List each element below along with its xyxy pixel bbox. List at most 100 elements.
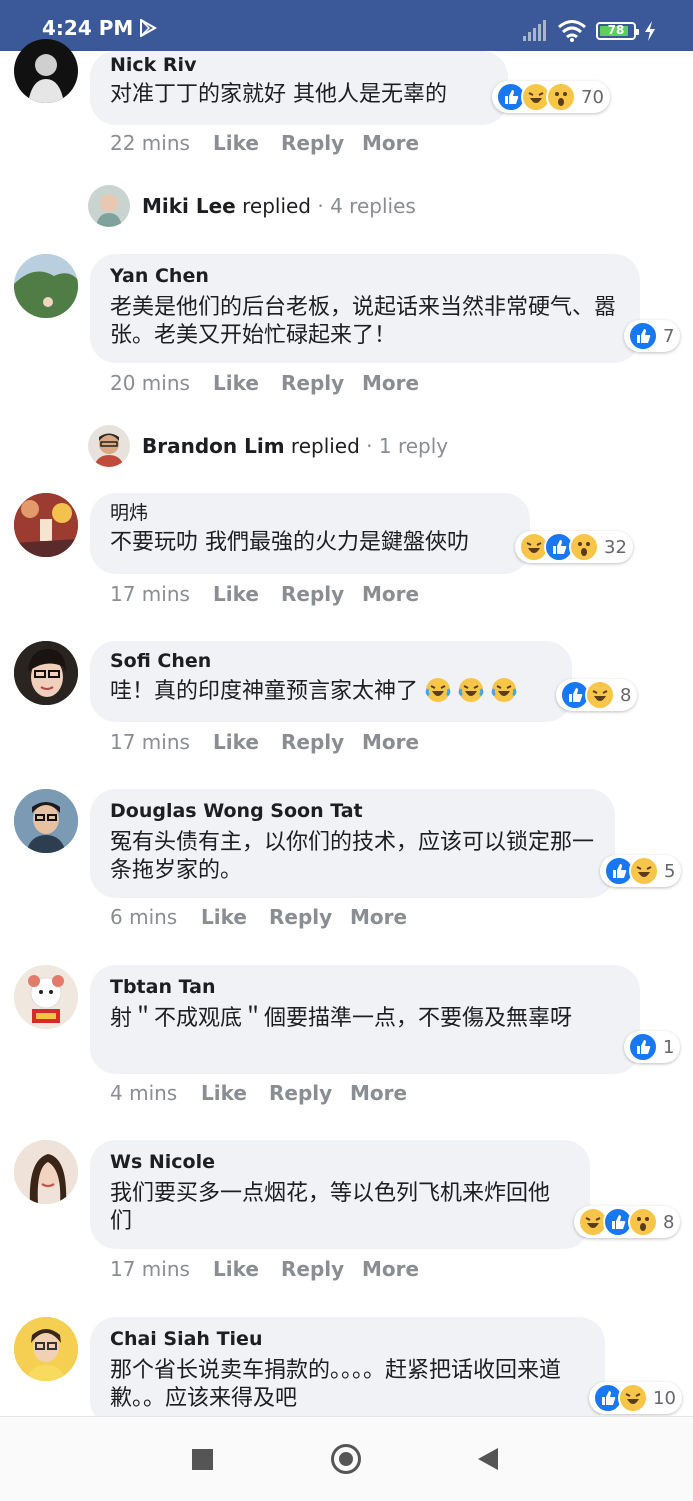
like-reaction-icon — [628, 1032, 658, 1062]
more-button[interactable]: More — [362, 1257, 419, 1281]
comment-bubble[interactable]: Tbtan Tan 射＂不成观底＂個要描準一点，不要傷及無辜呀 — [90, 965, 640, 1074]
wow-reaction-icon — [569, 532, 599, 562]
comment-bubble[interactable]: Yan Chen 老美是他们的后台老板，说起话来当然非常硬气、嚣张。老美又开始忙… — [90, 254, 640, 363]
comment-bubble[interactable]: Sofi Chen 哇！真的印度神童预言家太神了 — [90, 641, 572, 722]
reactions-summary[interactable]: 1 — [624, 1031, 681, 1063]
comment-text: 对准丁丁的家就好 其他人是无辜的 — [110, 82, 447, 107]
comment-text: 冤有头债有主，以你们的技术，应该可以锁定那一条拖岁家的。 — [110, 830, 595, 883]
more-button[interactable]: More — [362, 730, 419, 754]
avatar[interactable] — [14, 1317, 78, 1381]
avatar[interactable] — [14, 789, 78, 853]
comment-author[interactable]: Chai Siah Tieu — [110, 1327, 585, 1351]
signal-icon — [523, 20, 546, 41]
comment-bubble[interactable]: Douglas Wong Soon Tat 冤有头债有主，以你们的技术，应该可以… — [90, 789, 615, 898]
avatar[interactable] — [14, 493, 78, 557]
reactions-summary[interactable]: 10 — [589, 1382, 682, 1414]
avatar[interactable] — [14, 965, 78, 1029]
avatar[interactable] — [14, 1140, 78, 1204]
more-button[interactable]: More — [350, 1081, 407, 1105]
replied-label: replied — [290, 434, 360, 458]
wow-reaction-icon — [546, 82, 576, 112]
comment-time: 20 mins — [110, 371, 190, 395]
comment-text: 我们要买多一点烟花，等以色列飞机来炸回他们 — [110, 1181, 551, 1234]
avatar[interactable] — [14, 641, 78, 705]
comment-text: 不要玩叻 我們最強的火力是鍵盤俠叻 — [110, 530, 469, 555]
reactions-summary[interactable]: 8 — [556, 679, 638, 711]
haha-reaction-icon — [629, 856, 659, 886]
more-button[interactable]: More — [362, 371, 419, 395]
more-button[interactable]: More — [350, 905, 407, 929]
battery-level: 78 — [607, 23, 625, 37]
comment-author[interactable]: Tbtan Tan — [110, 975, 620, 999]
comment-time: 6 mins — [110, 905, 178, 929]
tears-of-joy-emoji-icon — [458, 678, 484, 702]
comment-time: 22 mins — [110, 131, 190, 155]
comment-time: 17 mins — [110, 582, 190, 606]
comment-time: 4 mins — [110, 1081, 178, 1105]
like-reaction-icon — [628, 321, 658, 351]
reaction-count: 1 — [663, 1036, 675, 1058]
status-bar: 4:24 PM 78 — [0, 0, 693, 51]
more-button[interactable]: More — [362, 131, 419, 155]
reply-button[interactable]: Reply — [281, 1257, 344, 1281]
reactions-summary[interactable]: 7 — [624, 320, 681, 352]
like-button[interactable]: Like — [201, 905, 247, 929]
comment-bubble[interactable]: Nick Riv 对准丁丁的家就好 其他人是无辜的 — [90, 51, 508, 125]
replier-name: Miki Lee — [142, 194, 236, 218]
avatar[interactable] — [14, 254, 78, 318]
comment-text-body: 哇！真的印度神童预言家太神了 — [110, 679, 419, 704]
replies-summary[interactable]: Brandon Lim replied · 1 reply — [142, 434, 448, 458]
comment-author[interactable]: Nick Riv — [110, 53, 488, 77]
avatar — [88, 425, 130, 467]
comment-author[interactable]: Douglas Wong Soon Tat — [110, 799, 595, 823]
like-button[interactable]: Like — [213, 582, 259, 606]
reaction-count: 8 — [620, 684, 632, 706]
avatar — [88, 185, 130, 227]
comment-author[interactable]: Yan Chen — [110, 264, 620, 288]
wifi-icon — [558, 20, 586, 42]
status-time: 4:24 PM — [42, 16, 134, 40]
wow-reaction-icon — [628, 1207, 658, 1237]
reactions-summary[interactable]: 32 — [515, 531, 633, 563]
reply-button[interactable]: Reply — [281, 582, 344, 606]
replies-summary[interactable]: Miki Lee replied · 4 replies — [142, 194, 416, 218]
comment-bubble[interactable]: Ws Nicole 我们要买多一点烟花，等以色列飞机来炸回他们 — [90, 1140, 590, 1249]
reply-count: · 4 replies — [317, 194, 416, 218]
reaction-count: 10 — [653, 1387, 676, 1409]
reply-button[interactable]: Reply — [269, 1081, 332, 1105]
comment-text: 老美是他们的后台老板，说起话来当然非常硬气、嚣张。老美又开始忙碌起来了！ — [110, 295, 617, 348]
like-button[interactable]: Like — [213, 371, 259, 395]
like-button[interactable]: Like — [201, 1081, 247, 1105]
comment-text: 射＂不成观底＂個要描準一点，不要傷及無辜呀 — [110, 1006, 573, 1031]
avatar[interactable] — [14, 39, 78, 103]
comment-text: 那个省长说卖车捐款的。。。。赶紧把话收回来道歉。。应该来得及吧 — [110, 1358, 562, 1411]
reply-button[interactable]: Reply — [269, 905, 332, 929]
comment-bubble[interactable]: 明炜 不要玩叻 我們最強的火力是鍵盤俠叻 — [90, 493, 530, 574]
haha-reaction-icon — [618, 1383, 648, 1413]
like-button[interactable]: Like — [213, 131, 259, 155]
like-button[interactable]: Like — [213, 1257, 259, 1281]
reply-button[interactable]: Reply — [281, 371, 344, 395]
reply-count: · 1 reply — [366, 434, 449, 458]
reactions-summary[interactable]: 70 — [492, 81, 610, 113]
comment-author[interactable]: Ws Nicole — [110, 1150, 570, 1174]
back-button[interactable] — [478, 1448, 498, 1470]
comment-author[interactable]: Sofi Chen — [110, 649, 552, 673]
tears-of-joy-emoji-icon — [491, 678, 517, 702]
comment-author[interactable]: 明炜 — [110, 501, 510, 525]
reply-button[interactable]: Reply — [281, 730, 344, 754]
like-button[interactable]: Like — [213, 730, 259, 754]
comment-time: 17 mins — [110, 730, 190, 754]
comment-text: 哇！真的印度神童预言家太神了 — [110, 677, 552, 706]
comment-time: 17 mins — [110, 1257, 190, 1281]
reactions-summary[interactable]: 5 — [600, 855, 682, 887]
reactions-summary[interactable]: 8 — [574, 1206, 681, 1238]
reaction-count: 70 — [581, 86, 604, 108]
reply-button[interactable]: Reply — [281, 131, 344, 155]
recent-apps-button[interactable] — [192, 1449, 213, 1470]
replied-label: replied — [242, 194, 312, 218]
comment-bubble[interactable]: Chai Siah Tieu 那个省长说卖车捐款的。。。。赶紧把话收回来道歉。。… — [90, 1317, 605, 1426]
battery-icon: 78 — [596, 22, 639, 40]
home-button[interactable] — [331, 1444, 361, 1474]
more-button[interactable]: More — [362, 582, 419, 606]
